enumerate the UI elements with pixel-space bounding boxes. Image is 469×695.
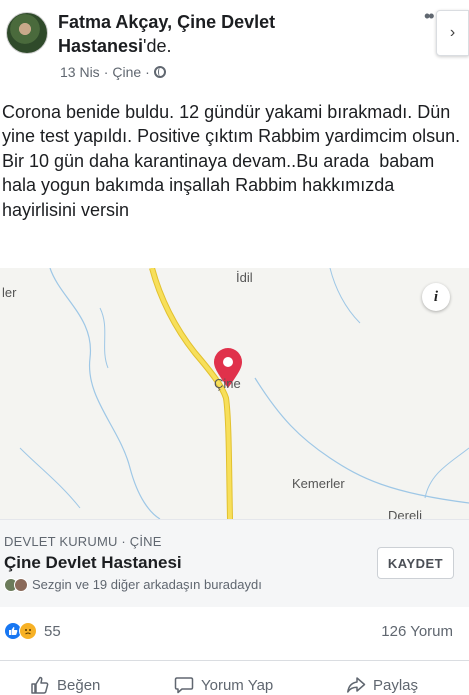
river-line [99, 307, 109, 369]
main-road [150, 268, 232, 519]
comment-count[interactable]: 126 Yorum [381, 623, 453, 640]
river-line [254, 377, 469, 504]
meta-separator: · [103, 64, 109, 80]
post-header: Fatma Akçay, Çine Devlet Hastanesi'de. 1… [0, 0, 469, 92]
map-graphic [19, 268, 469, 519]
friend-avatar [14, 577, 28, 592]
chevron-right-icon[interactable]: › [436, 10, 469, 56]
friend-avatars [4, 577, 28, 592]
share-icon [347, 677, 366, 693]
sad-reaction-icon [19, 622, 37, 640]
map-label-idil: İdil [236, 270, 253, 285]
map-label-ler: ler [2, 285, 17, 300]
place-category: DEVLET KURUMU · ÇİNE [4, 534, 162, 549]
river-line [49, 268, 161, 519]
map-label-cine: Çine [214, 376, 241, 391]
location-prefix: , [167, 12, 178, 32]
comment-button[interactable]: Yorum Yap [174, 675, 273, 695]
river-line [329, 268, 361, 324]
like-label: Beğen [57, 676, 101, 694]
location-suffix: 'de. [143, 36, 172, 56]
visitors-text[interactable]: Sezgin ve 19 diğer arkadaşın buradaydı [32, 577, 262, 592]
map-label-kemerler: Kemerler [292, 476, 345, 491]
info-icon: i [433, 288, 439, 305]
river-line [424, 447, 469, 499]
actions-bar: Beğen Yorum Yap Paylaş [0, 660, 469, 695]
globe-icon [153, 66, 166, 78]
place-name[interactable]: Çine Devlet Hastanesi [4, 553, 182, 573]
post-author-line: Fatma Akçay, Çine Devlet Hastanesi'de. [58, 10, 388, 58]
thumbs-up-glyph [9, 627, 18, 635]
reactions-bar: 55 126 Yorum [0, 618, 469, 648]
map-info-button[interactable]: i [422, 283, 450, 311]
author-name[interactable]: Fatma Akçay [58, 12, 167, 32]
river-line [19, 447, 81, 509]
like-button[interactable]: Beğen [30, 675, 100, 695]
pin-dot [223, 357, 233, 367]
meta-separator: · [145, 64, 150, 80]
save-button[interactable]: KAYDET [377, 547, 454, 579]
share-button[interactable]: Paylaş [346, 675, 418, 695]
comment-icon [174, 677, 194, 694]
place-card[interactable]: DEVLET KURUMU · ÇİNE Çine Devlet Hastane… [0, 519, 469, 607]
visitors-line: Sezgin ve 19 diğer arkadaşın buradaydı [4, 577, 262, 592]
post-text: Corona benide buldu. 12 gündür yakami bı… [2, 102, 466, 220]
comment-label: Yorum Yap [201, 676, 274, 694]
post-place[interactable]: Çine [112, 64, 141, 80]
sad-face-glyph [25, 629, 31, 635]
map-preview[interactable]: İdil ler Çine Kemerler Dereli i [0, 268, 469, 519]
post-date[interactable]: 13 Nis [60, 64, 100, 80]
map-label-dereli: Dereli [388, 508, 422, 519]
more-options-icon[interactable]: •• [424, 6, 435, 27]
reaction-count[interactable]: 55 [44, 623, 61, 640]
share-label: Paylaş [373, 676, 419, 694]
thumbs-up-icon [31, 676, 49, 694]
author-avatar[interactable] [6, 12, 48, 54]
reaction-icons[interactable] [4, 622, 37, 640]
post-meta: 13 Nis · Çine · [60, 64, 166, 80]
